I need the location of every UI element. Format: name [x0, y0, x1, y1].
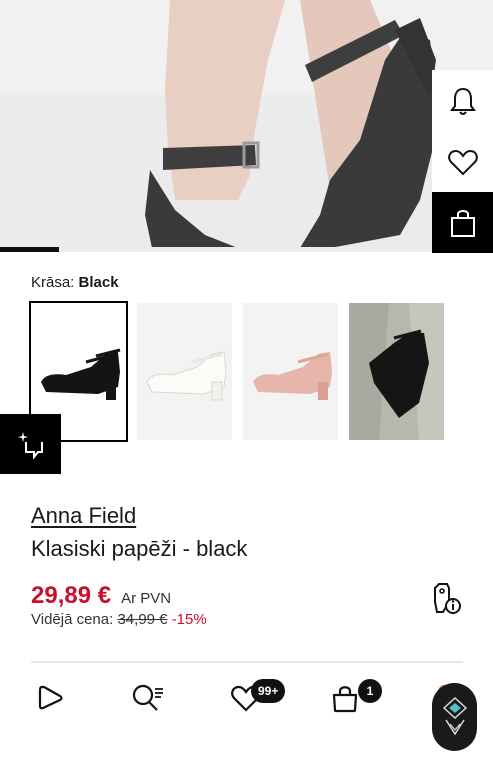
sparkle-frame-icon [17, 432, 43, 459]
product-hero-image[interactable] [0, 0, 493, 250]
current-price: 29,89 € [31, 582, 112, 609]
price-tag-info-icon [434, 583, 461, 614]
play-icon [38, 685, 63, 710]
divider [31, 661, 463, 663]
vat-label: Ar PVN [121, 590, 172, 607]
nav-search[interactable] [128, 678, 168, 718]
shoe-photo-thumbnail [349, 303, 444, 440]
average-price-row: Vidējā cena: 34,99 € -15% [31, 611, 207, 628]
color-swatches [29, 301, 444, 442]
shopping-bag-icon [450, 209, 475, 237]
shoe-thumbnail [41, 348, 121, 400]
old-price: 34,99 € [117, 611, 168, 628]
floating-assistant-button[interactable] [432, 683, 477, 751]
price-row: 29,89 € Ar PVN [31, 582, 171, 610]
bag-count-badge: 1 [358, 679, 382, 703]
gallery-progress-bar [0, 247, 493, 252]
wishlist-count-badge: 99+ [251, 679, 286, 703]
swatch-pink[interactable] [243, 303, 338, 440]
product-name: Klasiski papēži - black [31, 536, 248, 561]
color-value: Black [78, 274, 119, 291]
price-info-button[interactable] [431, 582, 463, 616]
side-actions [432, 70, 493, 253]
notify-button[interactable] [432, 70, 493, 131]
add-to-bag-button[interactable] [432, 192, 493, 253]
shoe-photo [0, 0, 493, 250]
heart-icon [447, 149, 478, 175]
shoe-thumbnail [146, 350, 227, 400]
wishlist-button[interactable] [432, 131, 493, 192]
swatch-white[interactable] [137, 303, 232, 440]
discount-badge: -15% [171, 611, 207, 628]
nav-play[interactable] [30, 678, 70, 718]
brand-link[interactable]: Anna Field [31, 503, 136, 529]
assistant-logo-icon [442, 696, 467, 736]
shopping-bag-icon [332, 686, 358, 713]
shoe-thumbnail [253, 351, 332, 400]
search-list-icon [132, 684, 163, 711]
average-price-label: Vidējā cena: [31, 611, 114, 628]
color-label: Krāsa: Black [31, 274, 119, 291]
bottom-nav: 99+ 1 [0, 668, 493, 728]
swatch-photo[interactable] [349, 303, 444, 440]
find-similar-button[interactable] [0, 414, 61, 474]
bell-icon [449, 87, 476, 115]
